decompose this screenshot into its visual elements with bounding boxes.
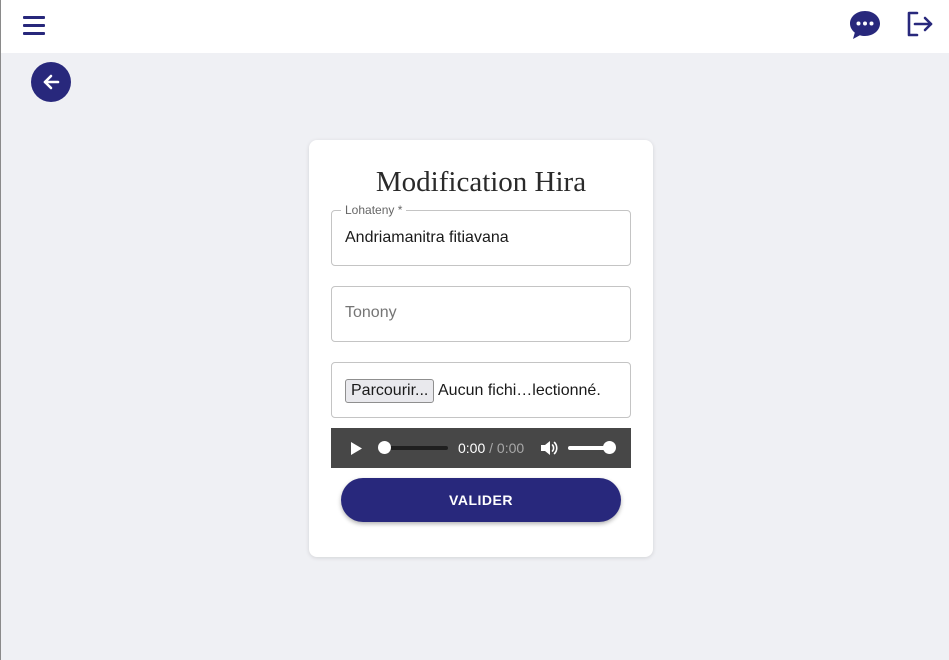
- top-bar: [1, 0, 949, 53]
- logout-icon[interactable]: [906, 11, 934, 37]
- title-field-value: Andriamanitra fitiavana: [345, 229, 509, 246]
- play-icon[interactable]: [350, 441, 363, 456]
- seek-handle[interactable]: [378, 441, 391, 454]
- edit-song-card: Modification Hira Lohateny * Andriamanit…: [309, 140, 653, 557]
- audio-player: 0:00 / 0:00: [331, 428, 631, 468]
- current-time: 0:00: [458, 440, 486, 456]
- arrow-left-icon: [43, 74, 60, 90]
- volume-icon[interactable]: [540, 439, 558, 457]
- back-button[interactable]: [31, 62, 71, 102]
- page-title: Modification Hira: [375, 166, 587, 198]
- tone-input[interactable]: [345, 304, 615, 322]
- chat-bubble-icon[interactable]: [849, 9, 881, 41]
- time-display: 0:00 / 0:00: [458, 440, 524, 456]
- volume-handle[interactable]: [603, 441, 616, 454]
- browse-file-button[interactable]: Parcourir...: [345, 379, 435, 403]
- title-field-label: Lohateny *: [341, 203, 407, 217]
- submit-button[interactable]: VALIDER: [341, 478, 621, 522]
- duration: 0:00: [496, 440, 525, 456]
- file-field: Parcourir... Aucun fichi…lectionné.: [331, 362, 631, 418]
- time-separator: /: [485, 440, 497, 456]
- hamburger-menu-icon[interactable]: [23, 16, 45, 36]
- tone-field[interactable]: [331, 286, 631, 342]
- title-field[interactable]: Lohateny * Andriamanitra fitiavana: [331, 203, 631, 266]
- file-status-text: Aucun fichi…lectionné.: [438, 382, 601, 399]
